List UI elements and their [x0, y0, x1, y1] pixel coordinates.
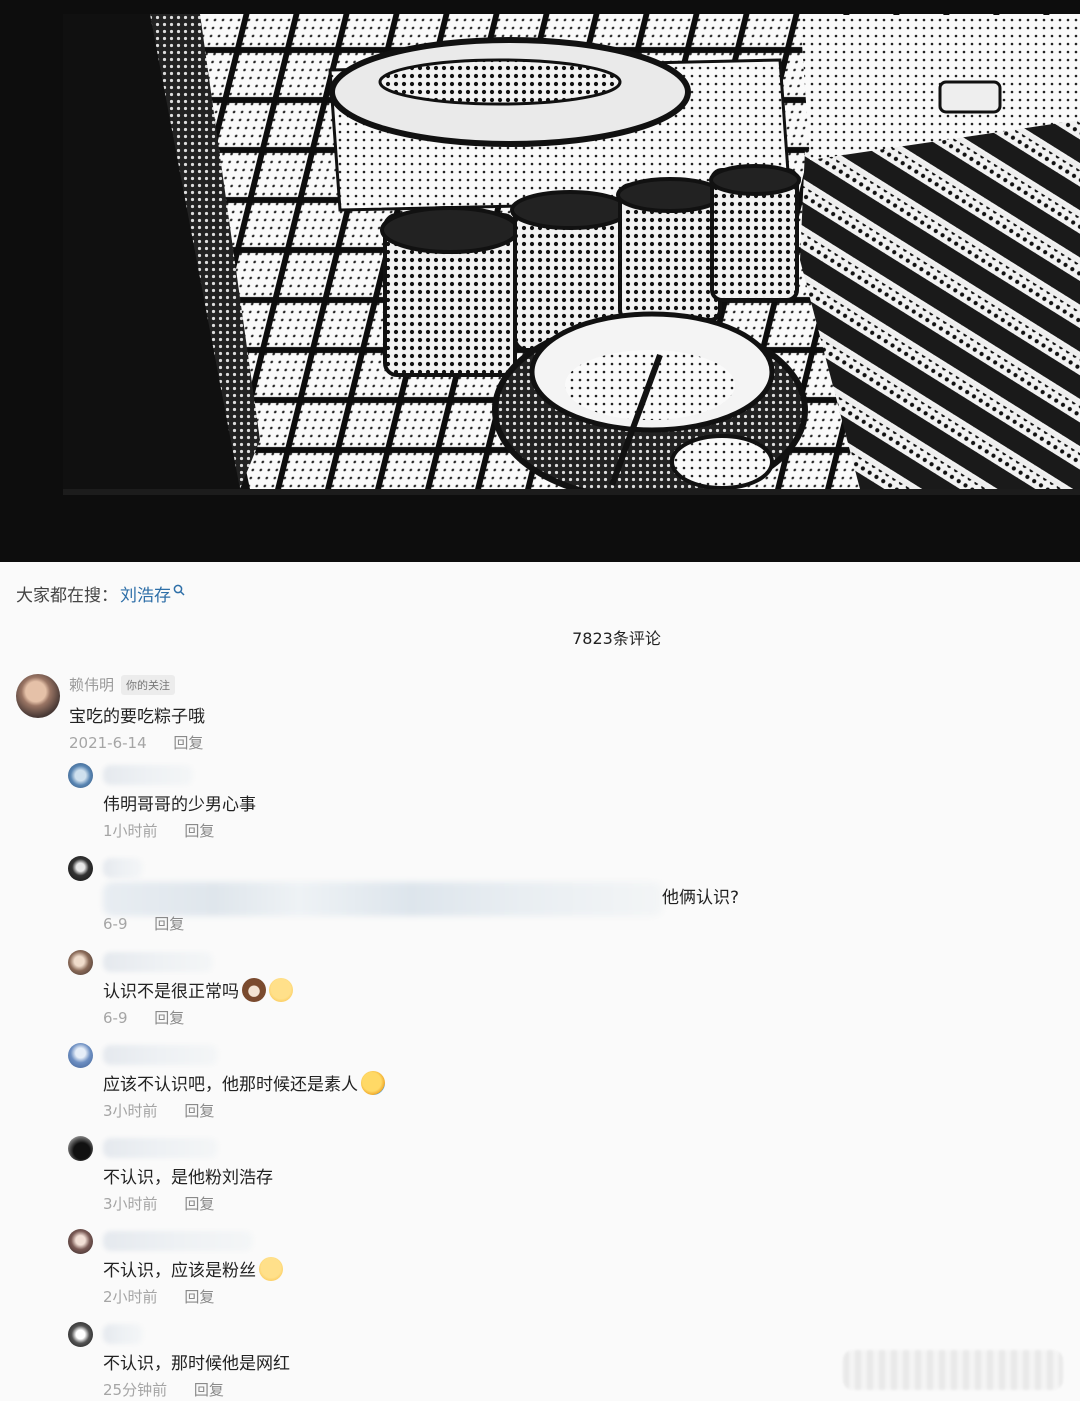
avatar[interactable]: [68, 1322, 93, 1347]
reply-time: 6-9: [103, 915, 128, 933]
reply-text: 认识不是很正常吗: [103, 977, 293, 1002]
comment-count: 7823条评论: [572, 629, 661, 648]
reply-username-blurred: [103, 858, 143, 878]
avatar[interactable]: [68, 1136, 93, 1161]
reply-button[interactable]: 回复: [184, 822, 214, 840]
reply-meta: 2小时前 回复: [103, 1286, 214, 1307]
comment-date: 2021-6-14: [69, 734, 147, 752]
reply-text: 不认识，那时候他是网红: [103, 1354, 290, 1374]
thinking-emoji-icon: [259, 1256, 283, 1281]
bear-emoji-icon: [242, 977, 266, 1002]
reply-meta: 3小时前 回复: [103, 1193, 214, 1214]
follow-badge: 你的关注: [121, 675, 175, 695]
reply-button[interactable]: 回复: [154, 1009, 184, 1027]
reply-time: 25分钟前: [103, 1381, 168, 1399]
search-keyword-link[interactable]: 刘浩存: [120, 581, 171, 606]
reply-button[interactable]: 回复: [194, 1381, 224, 1399]
reply-username-blurred: [103, 1045, 218, 1065]
reply-meta: 6-9 回复: [103, 913, 184, 934]
laugh-cry-emoji-icon: [361, 1070, 385, 1095]
reply-username-blurred: [103, 1138, 218, 1158]
reply-text: 应该不认识吧，他那时候还是素人: [103, 1070, 385, 1095]
watermark-overlay: [843, 1350, 1063, 1390]
search-prefix: 大家都在搜：: [16, 586, 118, 606]
reply-button[interactable]: 回复: [184, 1288, 214, 1306]
reply-text: 他俩认识?: [662, 888, 740, 908]
post-image[interactable]: [0, 0, 1080, 562]
avatar[interactable]: [68, 763, 93, 788]
reply-text: 伟明哥哥的少男心事: [103, 795, 256, 815]
avatar[interactable]: [68, 1043, 93, 1068]
reply-meta: 25分钟前 回复: [103, 1379, 224, 1400]
shy-emoji-icon: [269, 977, 293, 1002]
avatar[interactable]: [68, 1229, 93, 1254]
reply-text: 不认识，是他粉刘浩存: [103, 1168, 273, 1188]
reply-button[interactable]: 回复: [173, 734, 203, 752]
reply-item: 他俩认识? 6-9 回复: [0, 856, 1080, 946]
avatar[interactable]: [16, 674, 60, 718]
reply-item: 不认识，是他粉刘浩存 3小时前 回复: [0, 1136, 1080, 1226]
reply-time: 3小时前: [103, 1102, 158, 1120]
comment-meta: 2021-6-14 回复: [69, 732, 203, 753]
avatar[interactable]: [68, 950, 93, 975]
reply-username-blurred: [103, 1324, 143, 1344]
comment-text: 宝吃的要吃粽子哦: [69, 707, 205, 727]
reply-username-blurred: [103, 952, 213, 972]
reply-item: 不认识，应该是粉丝 2小时前 回复: [0, 1229, 1080, 1319]
manga-illustration: [0, 0, 1080, 562]
reply-time: 3小时前: [103, 1195, 158, 1213]
reply-button[interactable]: 回复: [184, 1102, 214, 1120]
reply-time: 1小时前: [103, 822, 158, 840]
reply-meta: 3小时前 回复: [103, 1100, 214, 1121]
reply-text: 不认识，应该是粉丝: [103, 1256, 283, 1281]
reply-time: 6-9: [103, 1009, 128, 1027]
reply-item: 伟明哥哥的少男心事 1小时前 回复: [0, 763, 1080, 853]
reply-time: 2小时前: [103, 1288, 158, 1306]
reply-meta: 6-9 回复: [103, 1007, 184, 1028]
search-suggestion[interactable]: 大家都在搜： 刘浩存: [16, 581, 185, 606]
reply-button[interactable]: 回复: [154, 915, 184, 933]
reply-username-blurred: [103, 765, 193, 785]
redacted-text: [103, 882, 663, 916]
reply-button[interactable]: 回复: [184, 1195, 214, 1213]
reply-item: 认识不是很正常吗 6-9 回复: [0, 950, 1080, 1040]
reply-username-blurred: [103, 1231, 253, 1251]
reply-item: 应该不认识吧，他那时候还是素人 3小时前 回复: [0, 1043, 1080, 1133]
comment-username[interactable]: 赖伟明: [69, 674, 114, 695]
search-icon: [173, 584, 185, 596]
avatar[interactable]: [68, 856, 93, 881]
reply-meta: 1小时前 回复: [103, 820, 214, 841]
